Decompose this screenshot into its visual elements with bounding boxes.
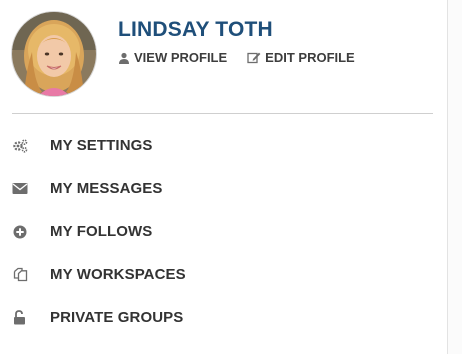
edit-profile-link[interactable]: EDIT PROFILE — [247, 50, 355, 65]
envelope-icon — [12, 181, 28, 197]
menu-item-private-groups[interactable]: PRIVATE GROUPS — [12, 296, 432, 339]
edit-icon — [247, 52, 261, 64]
user-name[interactable]: LINDSAY TOTH — [118, 18, 273, 42]
copy-icon — [12, 267, 28, 283]
user-avatar-photo — [12, 12, 96, 96]
edit-profile-label: EDIT PROFILE — [265, 50, 355, 65]
menu-item-my-messages[interactable]: MY MESSAGES — [12, 167, 432, 210]
menu-item-label: PRIVATE GROUPS — [50, 309, 184, 326]
user-menu: MY SETTINGS MY MESSAGES MY FOLLOWS MY WO… — [12, 124, 432, 339]
profile-links: VIEW PROFILE EDIT PROFILE — [118, 50, 355, 65]
menu-item-label: MY FOLLOWS — [50, 223, 153, 240]
menu-item-my-workspaces[interactable]: MY WORKSPACES — [12, 253, 432, 296]
unlock-icon — [12, 310, 28, 326]
plus-circle-icon — [12, 224, 28, 240]
menu-item-my-follows[interactable]: MY FOLLOWS — [12, 210, 432, 253]
menu-item-my-settings[interactable]: MY SETTINGS — [12, 124, 432, 167]
user-icon — [119, 52, 129, 64]
panel-edge — [447, 0, 462, 354]
view-profile-link[interactable]: VIEW PROFILE — [118, 50, 227, 65]
menu-item-label: MY SETTINGS — [50, 137, 153, 154]
menu-item-label: MY WORKSPACES — [50, 266, 186, 283]
menu-item-label: MY MESSAGES — [50, 180, 163, 197]
profile-header: LINDSAY TOTH VIEW PROFILE EDIT PROFILE — [12, 12, 432, 98]
gears-icon — [12, 138, 28, 154]
view-profile-label: VIEW PROFILE — [134, 50, 228, 65]
divider — [12, 113, 433, 114]
avatar[interactable] — [12, 12, 96, 96]
